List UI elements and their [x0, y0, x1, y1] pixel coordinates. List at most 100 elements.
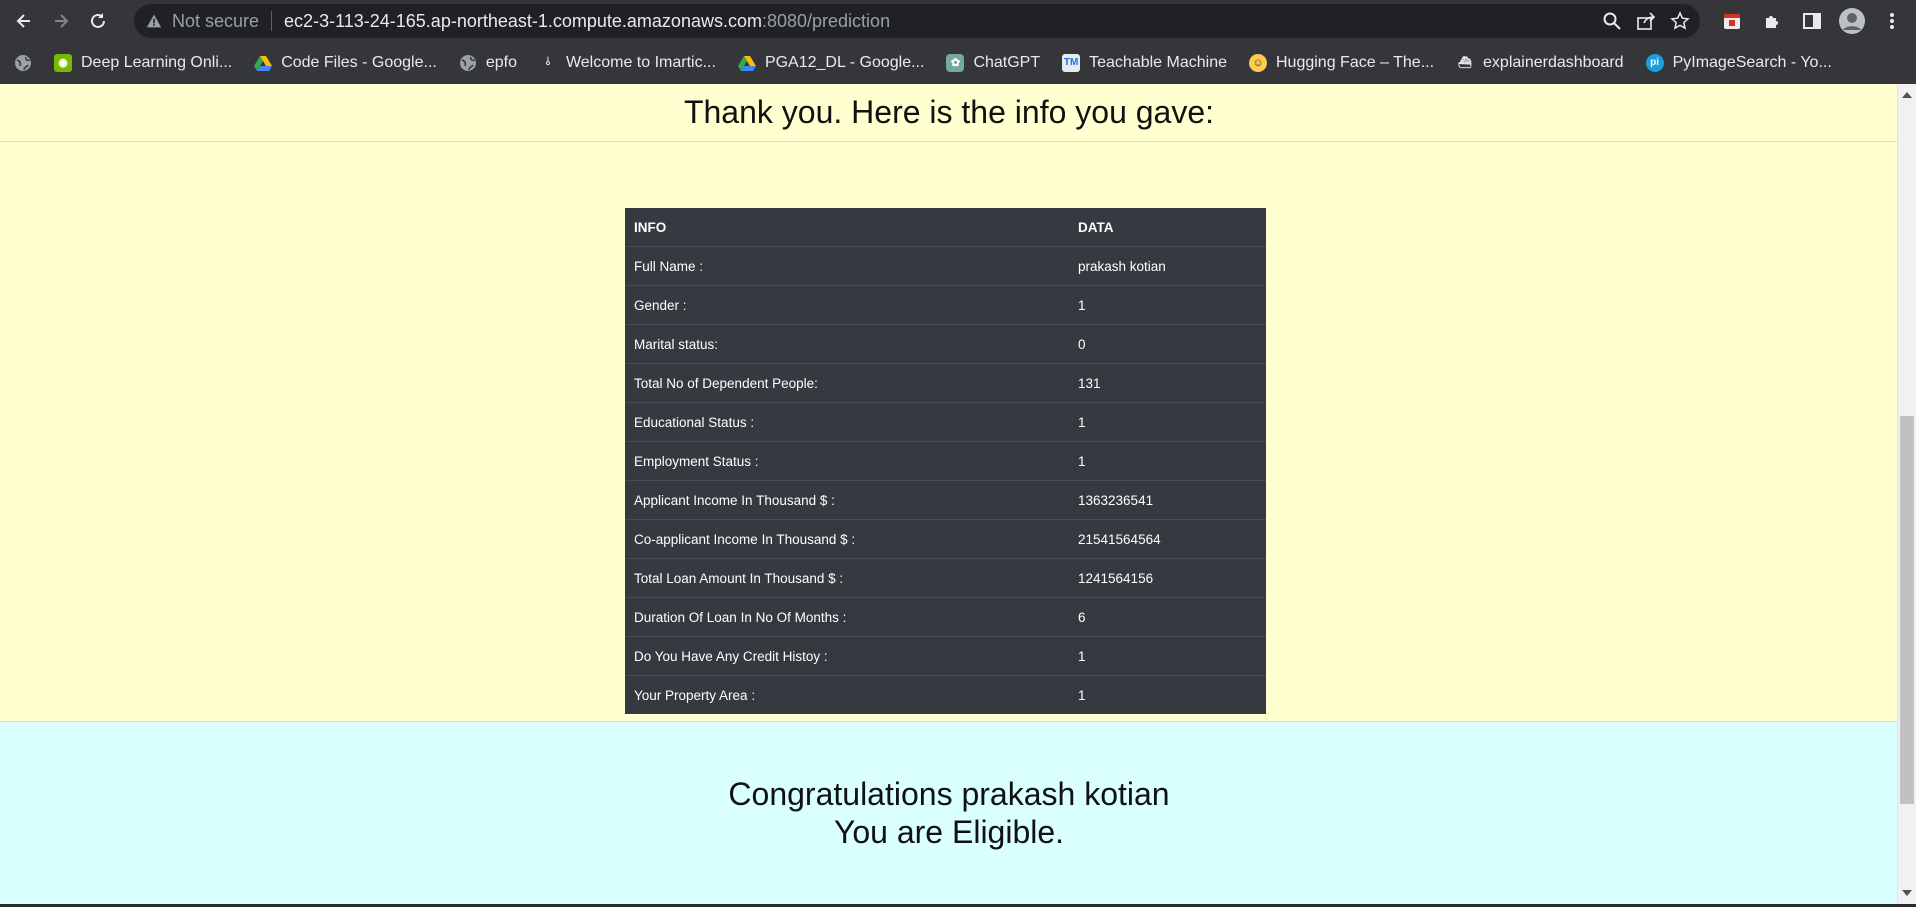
- reload-button[interactable]: [83, 6, 113, 36]
- bookmark-label: PyImageSearch - Yo...: [1672, 53, 1832, 71]
- imarticus-icon: ⫰: [545, 56, 551, 68]
- table-row: Total No of Dependent People: 131: [625, 363, 1266, 403]
- bookmark-label: Teachable Machine: [1089, 53, 1227, 71]
- info-label: Educational Status :: [625, 402, 1069, 442]
- bookmark-item[interactable]: ⫰ Welcome to Imartic...: [528, 49, 727, 77]
- bookmark-label: PGA12_DL - Google...: [764, 53, 925, 71]
- info-label: Do You Have Any Credit Histoy :: [625, 636, 1069, 676]
- info-value: prakash kotian: [1069, 246, 1266, 286]
- bookmark-item[interactable]: epfo: [448, 49, 528, 77]
- address-separator: [271, 11, 273, 31]
- info-value: 1: [1069, 636, 1266, 676]
- table-row: Your Property Area :1: [625, 675, 1266, 714]
- browser-toolbar: Not secure ec2-3-113-24-165.ap-northeast…: [0, 0, 1916, 41]
- security-label[interactable]: Not secure: [172, 11, 259, 32]
- globe-icon: [459, 54, 477, 72]
- menu-kebab-icon[interactable]: [1878, 7, 1906, 35]
- table-row: Full Name : prakash kotian: [625, 246, 1266, 286]
- info-label: Total No of Dependent People:: [625, 363, 1069, 403]
- bookmark-item[interactable]: ◉ Deep Learning Onli...: [43, 49, 243, 77]
- hugging-face-icon: ☺: [1249, 53, 1267, 72]
- share-icon[interactable]: [1636, 11, 1656, 31]
- bookmark-star-icon[interactable]: [1670, 11, 1690, 31]
- info-label: Your Property Area :: [625, 675, 1069, 714]
- info-value: 6: [1069, 597, 1266, 637]
- info-label: Co-applicant Income In Thousand $ :: [625, 519, 1069, 559]
- info-value: 1: [1069, 441, 1266, 481]
- vertical-scrollbar[interactable]: [1897, 84, 1916, 904]
- info-label: Gender :: [625, 285, 1069, 325]
- column-header-info: INFO: [634, 219, 667, 235]
- url-path[interactable]: :8080/prediction: [762, 11, 890, 32]
- back-arrow-icon: [16, 13, 30, 28]
- table-row: Educational Status :1: [625, 402, 1266, 442]
- zoom-icon[interactable]: [1602, 11, 1622, 31]
- bookmark-item[interactable]: ☺ Hugging Face – The...: [1238, 49, 1445, 77]
- nvidia-icon: ◉: [54, 53, 72, 72]
- drive-icon: [254, 54, 273, 72]
- scroll-down-arrow-icon[interactable]: [1902, 890, 1912, 896]
- extensions-area: [1718, 0, 1906, 41]
- info-value: 1363236541: [1069, 480, 1266, 520]
- profile-avatar-icon[interactable]: [1838, 7, 1866, 35]
- bookmark-item[interactable]: Code Files - Google...: [243, 49, 448, 77]
- eligibility-text: You are Eligible.: [833, 814, 1065, 850]
- info-value: 131: [1069, 363, 1266, 403]
- bookmark-label: ChatGPT: [973, 53, 1041, 71]
- puzzle-extensions-icon[interactable]: [1758, 7, 1786, 35]
- warning-icon[interactable]: [144, 11, 164, 31]
- forward-button[interactable]: [46, 6, 76, 36]
- chatgpt-icon: ✿: [946, 53, 965, 72]
- table-row: Employment Status :1: [625, 441, 1266, 481]
- explainerdashboard-icon: ⛴: [1458, 57, 1473, 69]
- drive-icon: [737, 54, 756, 72]
- reload-icon: [91, 12, 105, 28]
- bookmark-item[interactable]: PGA12_DL - Google...: [727, 49, 936, 77]
- scrollbar-thumb[interactable]: [1900, 416, 1914, 804]
- pyimagesearch-icon: pi: [1645, 53, 1664, 72]
- congratulations-text: Congratulations prakash kotian: [728, 776, 1170, 812]
- bookmarks-bar: ◉ Deep Learning Onli... Code Files - Goo…: [0, 41, 1916, 85]
- thanks-section: Thank you. Here is the info you gave:: [0, 84, 1898, 142]
- info-label: Total Loan Amount In Thousand $ :: [625, 558, 1069, 598]
- info-value: 21541564564: [1069, 519, 1266, 559]
- calendar-extension-icon[interactable]: [1718, 7, 1746, 35]
- globe-icon: [14, 54, 32, 72]
- info-section: INFO DATA Full Name : prakash kotian Gend…: [0, 142, 1898, 722]
- scroll-up-arrow-icon[interactable]: [1902, 92, 1912, 98]
- table-row: Applicant Income In Thousand $ :13632365…: [625, 480, 1266, 520]
- teachable-machine-icon: TM: [1062, 53, 1081, 72]
- info-table: INFO DATA Full Name : prakash kotian Gend…: [625, 208, 1266, 714]
- side-panel-icon[interactable]: [1798, 7, 1826, 35]
- info-value: 1: [1069, 675, 1266, 714]
- table-row: Duration Of Loan In No Of Months :6: [625, 597, 1266, 637]
- bookmark-label: epfo: [485, 53, 517, 71]
- bookmark-item[interactable]: TM Teachable Machine: [1051, 49, 1238, 77]
- table-row: Total Loan Amount In Thousand $ :1241564…: [625, 558, 1266, 598]
- bookmark-item[interactable]: pi PyImageSearch - Yo...: [1635, 49, 1843, 77]
- table-header-row: INFO DATA: [625, 208, 1266, 247]
- table-row: Do You Have Any Credit Histoy :1: [625, 636, 1266, 676]
- info-label: Marital status:: [625, 324, 1069, 364]
- back-button[interactable]: [9, 6, 39, 36]
- address-bar[interactable]: Not secure ec2-3-113-24-165.ap-northeast…: [134, 4, 1700, 38]
- info-label: Full Name :: [625, 246, 1069, 286]
- table-row: Marital status: 0: [625, 324, 1266, 364]
- info-value: 1: [1069, 402, 1266, 442]
- bookmark-label: Hugging Face – The...: [1276, 53, 1435, 71]
- info-label: Applicant Income In Thousand $ :: [625, 480, 1069, 520]
- bookmark-label: explainerdashboard: [1483, 53, 1624, 71]
- info-value: 0: [1069, 324, 1266, 364]
- bookmark-label: Code Files - Google...: [281, 53, 437, 71]
- url-host[interactable]: ec2-3-113-24-165.ap-northeast-1.compute.…: [284, 11, 762, 32]
- bookmark-item[interactable]: ✿ ChatGPT: [935, 49, 1051, 77]
- bookmark-item[interactable]: ⛴ explainerdashboard: [1445, 49, 1635, 77]
- bookmark-item[interactable]: [0, 49, 43, 77]
- info-value: 1: [1069, 285, 1266, 325]
- column-header-data: DATA: [1078, 219, 1114, 235]
- table-row: Co-applicant Income In Thousand $ :21541…: [625, 519, 1266, 559]
- bookmark-label: Deep Learning Onli...: [81, 53, 233, 71]
- forward-arrow-icon: [55, 13, 69, 28]
- page-content: Thank you. Here is the info you gave: IN…: [0, 84, 1898, 904]
- info-value: 1241564156: [1069, 558, 1266, 598]
